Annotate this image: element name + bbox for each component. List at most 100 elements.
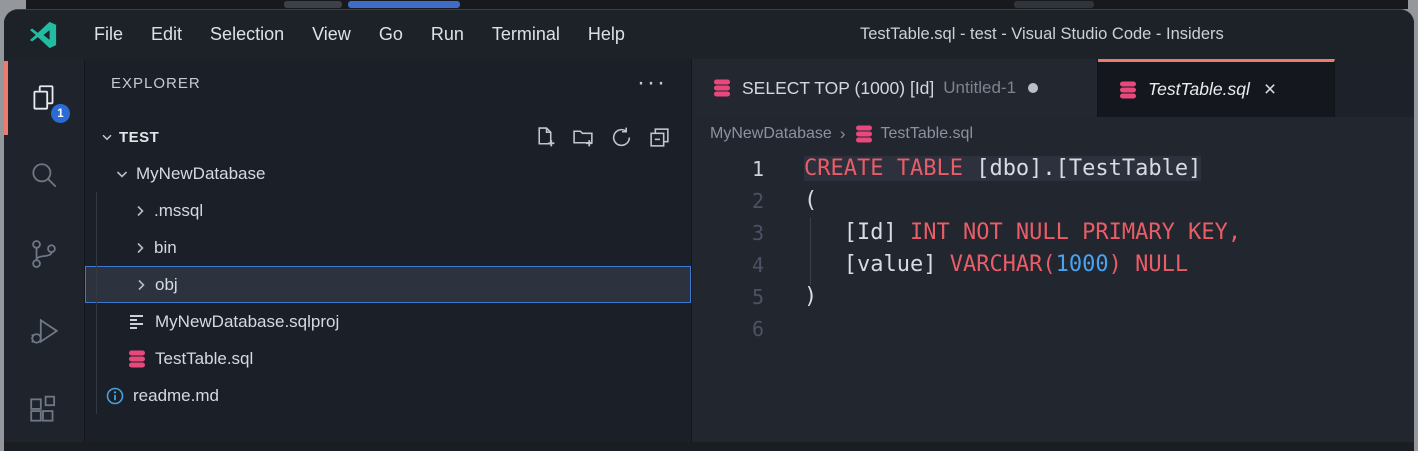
activity-source-control[interactable] (4, 215, 84, 293)
section-label: TEST (119, 129, 159, 146)
vscode-insiders-logo-icon (28, 20, 58, 50)
line-number: 2 (692, 185, 764, 217)
tab-detail: Untitled-1 (943, 78, 1016, 98)
code-line-2: 2( (692, 185, 1414, 217)
tab-title: SELECT TOP (1000) [Id] (742, 78, 934, 99)
project-file-icon (127, 312, 147, 332)
code-editor[interactable]: 1CREATE TABLE [dbo].[TestTable]2(3 [Id] … (692, 151, 1414, 451)
menu-go[interactable]: Go (365, 10, 417, 59)
chevron-down-icon (99, 129, 115, 145)
code-line-3: 3 [Id] INT NOT NULL PRIMARY KEY, (692, 217, 1414, 249)
code-indent-guide (810, 217, 811, 285)
background-window-sliver (26, 0, 1408, 9)
screenshot-root: { "window_title": "TestTable.sql - test … (0, 0, 1418, 451)
tree-item-label: MyNewDatabase (136, 164, 265, 184)
tree-item--mssql[interactable]: .mssql (85, 192, 691, 229)
new-file-icon[interactable] (534, 126, 557, 149)
menu-bar: FileEditSelectionViewGoRunTerminalHelp (80, 10, 639, 59)
line-number: 4 (692, 249, 764, 281)
explorer-sidebar: EXPLORER ··· TEST MyNewDatabase .mssql bin… (85, 59, 692, 451)
file-tree: MyNewDatabase .mssql bin obj MyNewDatabase.s… (85, 155, 691, 414)
tab-testtable-sql[interactable]: TestTable.sql × (1098, 59, 1335, 117)
workbench: 1 (4, 59, 1414, 451)
line-number: 3 (692, 217, 764, 249)
search-icon (28, 160, 60, 192)
database-icon (1118, 80, 1138, 100)
activity-run-debug[interactable] (4, 293, 84, 371)
activity-extensions[interactable] (4, 371, 84, 449)
tree-item-label: TestTable.sql (155, 349, 253, 369)
line-number: 5 (692, 281, 764, 313)
tree-item-readme-md[interactable]: readme.md (85, 377, 691, 414)
menu-file[interactable]: File (80, 10, 137, 59)
tree-item-mynewdatabase[interactable]: MyNewDatabase (85, 155, 691, 192)
background-fragment (1014, 1, 1094, 8)
chevron-down-icon (113, 165, 131, 183)
breadcrumb-folder[interactable]: MyNewDatabase (710, 125, 832, 143)
activity-bar: 1 (4, 59, 85, 451)
database-icon (127, 349, 147, 369)
tree-item-bin[interactable]: bin (85, 229, 691, 266)
editor-group: SELECT TOP (1000) [Id] Untitled-1 TestTabl… (692, 59, 1414, 451)
explorer-badge: 1 (51, 104, 70, 123)
modified-dot-icon (1028, 83, 1038, 93)
more-actions-icon[interactable]: ··· (637, 78, 667, 88)
section-toolbar (534, 126, 671, 149)
refresh-icon[interactable] (610, 126, 633, 149)
line-number: 1 (692, 153, 764, 185)
background-fragment (284, 1, 342, 8)
git-branch-icon (28, 238, 60, 270)
breadcrumb-file[interactable]: TestTable.sql (881, 125, 974, 143)
tree-item-testtable-sql[interactable]: TestTable.sql (85, 340, 691, 377)
tree-item-label: MyNewDatabase.sqlproj (155, 312, 339, 332)
tree-item-label: bin (154, 238, 177, 258)
window-title: TestTable.sql - test - Visual Studio Cod… (860, 10, 1224, 59)
database-icon (712, 78, 732, 98)
chevron-right-icon (131, 202, 149, 220)
breadcrumb-file-icon (854, 124, 874, 144)
menu-selection[interactable]: Selection (196, 10, 298, 59)
run-and-debug-icon (28, 316, 60, 348)
menu-view[interactable]: View (298, 10, 365, 59)
breadcrumb: MyNewDatabase › TestTable.sql (692, 117, 1414, 151)
tree-item-label: readme.md (133, 386, 219, 406)
background-fragment-blue (348, 1, 460, 8)
sidebar-header: EXPLORER ··· (85, 59, 691, 107)
breadcrumb-separator: › (840, 124, 846, 144)
tree-item-mynewdatabase-sqlproj[interactable]: MyNewDatabase.sqlproj (85, 303, 691, 340)
new-folder-icon[interactable] (572, 126, 595, 149)
code-line-1: 1 CREATE TABLE [dbo].[TestTable] (692, 153, 1414, 185)
info-icon (105, 386, 125, 406)
activity-explorer[interactable]: 1 (4, 59, 84, 137)
tab-bar: SELECT TOP (1000) [Id] Untitled-1 TestTabl… (692, 59, 1414, 117)
code-line-5: 5) (692, 281, 1414, 313)
extensions-icon (28, 394, 60, 426)
collapse-all-icon[interactable] (648, 126, 671, 149)
tab-select-top-1000-id-[interactable]: SELECT TOP (1000) [Id] Untitled-1 (692, 59, 1098, 117)
chevron-right-icon (132, 276, 150, 294)
code-line-6: 6 (692, 313, 1414, 345)
code-text: ( (804, 185, 817, 217)
code-text: [value] VARCHAR(1000) NULL (804, 249, 1188, 281)
vscode-window: FileEditSelectionViewGoRunTerminalHelp T… (4, 9, 1414, 451)
section-header-test[interactable]: TEST (85, 119, 691, 155)
sidebar-title: EXPLORER (111, 75, 201, 92)
window-bottom-edge (4, 442, 1414, 451)
menu-run[interactable]: Run (417, 10, 478, 59)
menu-help[interactable]: Help (574, 10, 639, 59)
activity-search[interactable] (4, 137, 84, 215)
menu-edit[interactable]: Edit (137, 10, 196, 59)
line-number: 6 (692, 313, 764, 345)
code-line-4: 4 [value] VARCHAR(1000) NULL (692, 249, 1414, 281)
tree-indent-guide (96, 192, 97, 414)
code-text: CREATE TABLE [dbo].[TestTable] (804, 153, 1201, 185)
chevron-right-icon (131, 239, 149, 257)
tree-item-obj[interactable]: obj (85, 266, 691, 303)
tab-title: TestTable.sql (1148, 79, 1250, 100)
close-icon[interactable]: × (1264, 80, 1276, 100)
menu-terminal[interactable]: Terminal (478, 10, 574, 59)
tree-item-label: .mssql (154, 201, 203, 221)
code-text: [Id] INT NOT NULL PRIMARY KEY, (804, 217, 1241, 249)
tree-item-label: obj (155, 275, 178, 295)
database-icon (854, 124, 874, 144)
